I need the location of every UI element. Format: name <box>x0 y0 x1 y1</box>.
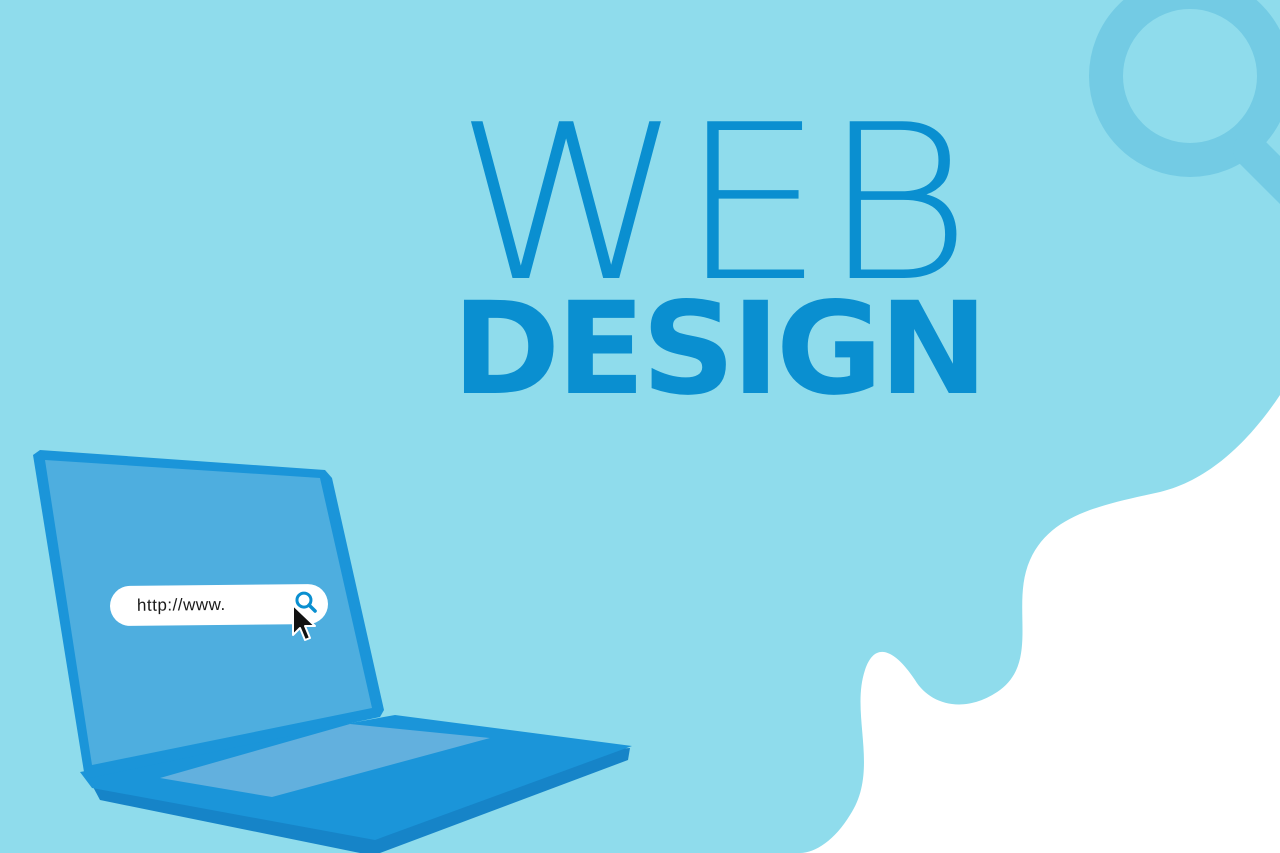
illustration-canvas: WEB DESIGN http://www. <box>0 0 1280 853</box>
laptop-illustration <box>33 450 632 853</box>
cursor-arrow-icon <box>292 604 316 641</box>
address-bar-text: http://www. <box>136 594 226 615</box>
